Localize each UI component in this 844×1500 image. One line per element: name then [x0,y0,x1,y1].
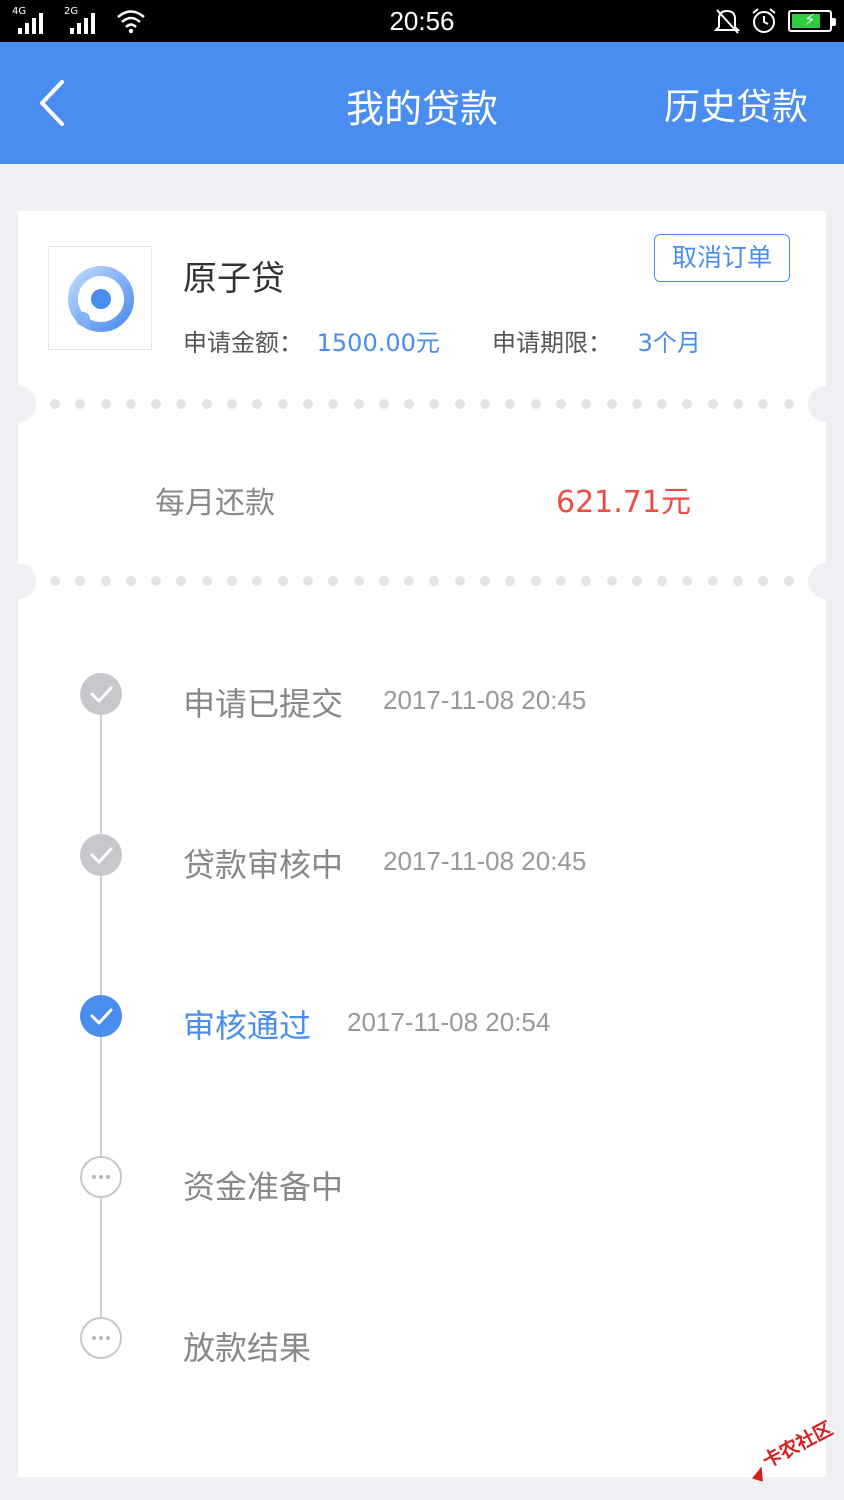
timeline-step-title: 贷款审核中 [183,846,344,884]
perforation-dot [50,576,60,586]
app-header: 我的贷款 历史贷款 [0,42,844,164]
perforation-dot [429,576,440,586]
loan-card: 原子贷 取消订单 申请金额： 1500.00元 申请期限： 3个月 每月还款 6… [0,211,844,1477]
perforation-dot [555,576,566,586]
alarm-icon [752,8,776,33]
bell-muted-icon [714,9,740,34]
perforation-dot [631,576,642,586]
monthly-payment-label: 每月还款 [155,486,275,521]
svg-text:卡农社区: 卡农社区 [759,1417,837,1473]
timeline-step-title: 资金准备中 [183,1168,344,1206]
check-active-icon [80,995,122,1037]
perforation-dot [151,399,162,409]
perforation-dot [404,576,415,586]
cancel-order-button[interactable]: 取消订单 [654,234,790,282]
kanong-logo-icon: 卡农社区 卡农社区 [752,1415,838,1482]
perforation-dot [733,576,744,586]
perforation-dot [176,399,187,409]
perforation-dot [783,399,794,409]
monthly-payment-value: 621.71元 [556,485,691,520]
perforation-dot [125,576,136,586]
check-icon [80,673,122,715]
timeline-step-title: 放款结果 [183,1329,312,1367]
perforation-dot [227,399,238,409]
perforation-dot [227,576,238,586]
perforation-dot [682,399,693,409]
perforation-dot [657,576,668,586]
perforation-dot [707,399,718,409]
timeline-step-time: 2017-11-08 20:54 [347,1007,551,1037]
perforation-dot [505,399,516,409]
yuanzidai-logo [68,266,134,332]
perforation-dot [378,576,389,586]
perforation-dot [581,576,592,586]
amount-value: 1500.00元 [316,329,440,357]
check-icon [80,834,122,876]
perforation-dot [75,399,86,409]
timeline-step-time: 2017-11-08 20:45 [383,685,587,715]
perforation-dot [125,399,136,409]
perforation-divider [0,561,844,601]
perforation-dot [758,399,769,409]
amount-row: 申请金额： 1500.00元 [183,323,440,358]
status-right: ⚡ [714,7,836,35]
battery-charging-icon: ⚡ [788,10,836,32]
term-row: 申请期限： 3个月 [492,323,701,358]
perforation-dot [606,399,617,409]
timeline-step-time: 2017-11-08 20:45 [383,846,587,876]
perforation-dot [378,399,389,409]
perforation-dot [682,576,693,586]
perforation-dot [50,399,60,409]
history-loans-button[interactable]: 历史贷款 [664,78,808,130]
perforation-dot [252,399,263,409]
timeline-step-title: 审核通过 [183,1007,312,1045]
ellipsis-icon [80,1156,122,1198]
perforation-dot [75,576,86,586]
perforation-dot [657,399,668,409]
perforation-dot [480,576,491,586]
perforation-dot [302,399,313,409]
perforation-dot [581,399,592,409]
perforation-dot [783,576,794,586]
perforation-dot [555,399,566,409]
perforation-dot [277,399,288,409]
perforation-dot [277,576,288,586]
term-value: 3个月 [637,329,701,357]
perforation-dot [454,399,465,409]
perforation-dot [201,576,212,586]
product-logo [48,246,152,350]
perforation-dot [480,399,491,409]
perforation-dot [530,576,541,586]
perforation-dot [454,576,465,586]
perforation-dot [176,576,187,586]
perforation-dot [252,576,263,586]
perforation-dot [100,399,111,409]
perforation-dot [328,399,339,409]
ellipsis-icon [80,1317,122,1359]
product-name: 原子贷 [183,259,285,299]
perforation-dot [429,399,440,409]
perforation-dot [151,576,162,586]
perforation-dot [302,576,313,586]
perforation-dot [201,399,212,409]
perforation-divider [0,384,844,424]
perforation-dot [758,576,769,586]
perforation-dot [404,399,415,409]
perforation-dot [530,399,541,409]
term-label: 申请期限： [492,329,612,357]
perforation-dot [353,576,364,586]
amount-label: 申请金额： [183,329,303,357]
perforation-dot [631,399,642,409]
perforation-dot [100,576,111,586]
timeline-step-title: 申请已提交 [183,685,344,723]
perforation-dot [353,399,364,409]
perforation-dot [328,576,339,586]
perforation-dot [733,399,744,409]
status-bar: 4G 2G 20:56 ⚡ [0,0,844,42]
perforation-dot [505,576,516,586]
perforation-dot [707,576,718,586]
perforation-dot [606,576,617,586]
kanong-watermark: 卡农社区 卡农社区 [738,1408,838,1488]
